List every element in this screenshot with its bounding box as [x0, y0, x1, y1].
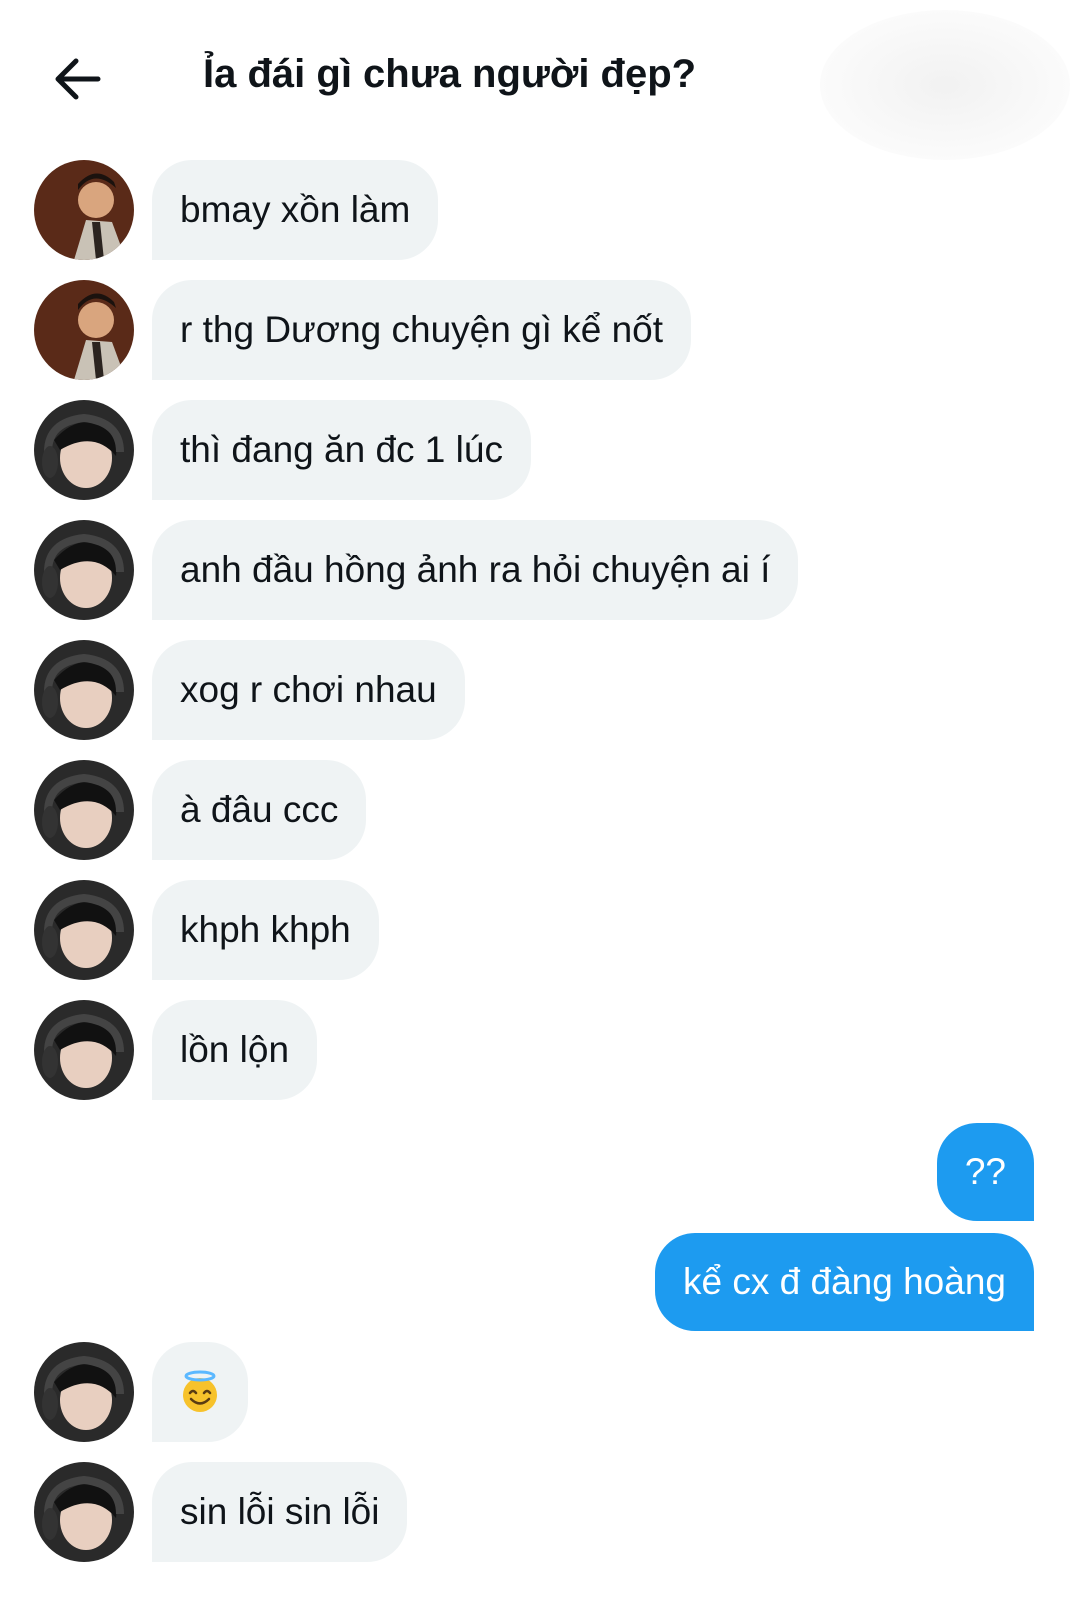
- avatar[interactable]: [34, 1000, 134, 1100]
- avatar[interactable]: [34, 640, 134, 740]
- avatar[interactable]: [34, 760, 134, 860]
- message-text: bmay xồn làm: [180, 189, 411, 230]
- message-bubble[interactable]: à đâu ccc: [152, 760, 367, 860]
- message-text: anh đầu hồng ảnh ra hỏi chuyện ai í: [180, 549, 771, 590]
- message-text: khph khph: [180, 909, 351, 950]
- arrow-left-icon: [55, 58, 101, 100]
- message-bubble[interactable]: sin lỗi sin lỗi: [152, 1462, 408, 1562]
- message-text: thì đang ăn đc 1 lúc: [180, 429, 503, 470]
- avatar[interactable]: [34, 1462, 134, 1562]
- message-bubble[interactable]: 😇: [152, 1342, 248, 1442]
- message-bubble[interactable]: khph khph: [152, 880, 379, 980]
- message-bubble[interactable]: r thg Dương chuyện gì kể nốt: [152, 280, 692, 380]
- blur-smudge: [820, 10, 1070, 160]
- avatar[interactable]: [34, 160, 134, 260]
- message-bubble[interactable]: bmay xồn làm: [152, 160, 439, 260]
- message-text: sin lỗi sin lỗi: [180, 1491, 380, 1532]
- conversation-header: Ỉa đái gì chưa người đẹp?: [0, 0, 1080, 160]
- message-bubble[interactable]: xog r chơi nhau: [152, 640, 465, 740]
- message-text: xog r chơi nhau: [180, 669, 437, 710]
- message-bubble[interactable]: thì đang ăn đc 1 lúc: [152, 400, 531, 500]
- conversation-title: Ỉa đái gì chưa người đẹp?: [203, 52, 697, 96]
- back-button[interactable]: [50, 50, 108, 108]
- smiling-face-with-halo-icon: [183, 1370, 217, 1412]
- message-bubble[interactable]: anh đầu hồng ảnh ra hỏi chuyện ai í: [152, 520, 799, 620]
- message-text: ??: [964, 1151, 1006, 1192]
- avatar[interactable]: [34, 880, 134, 980]
- avatar[interactable]: [34, 280, 134, 380]
- message-bubble-outgoing[interactable]: kể cx đ đàng hoàng: [655, 1233, 1034, 1331]
- message-text: kể cx đ đàng hoàng: [683, 1261, 1006, 1302]
- message-text: r thg Dương chuyện gì kể nốt: [180, 309, 664, 350]
- message-bubble[interactable]: lồn lộn: [152, 1000, 318, 1100]
- avatar[interactable]: [34, 520, 134, 620]
- avatar[interactable]: [34, 400, 134, 500]
- message-text: à đâu ccc: [180, 789, 339, 830]
- avatar[interactable]: [34, 1342, 134, 1442]
- message-bubble-outgoing[interactable]: ??: [936, 1123, 1034, 1221]
- message-text: lồn lộn: [180, 1029, 290, 1070]
